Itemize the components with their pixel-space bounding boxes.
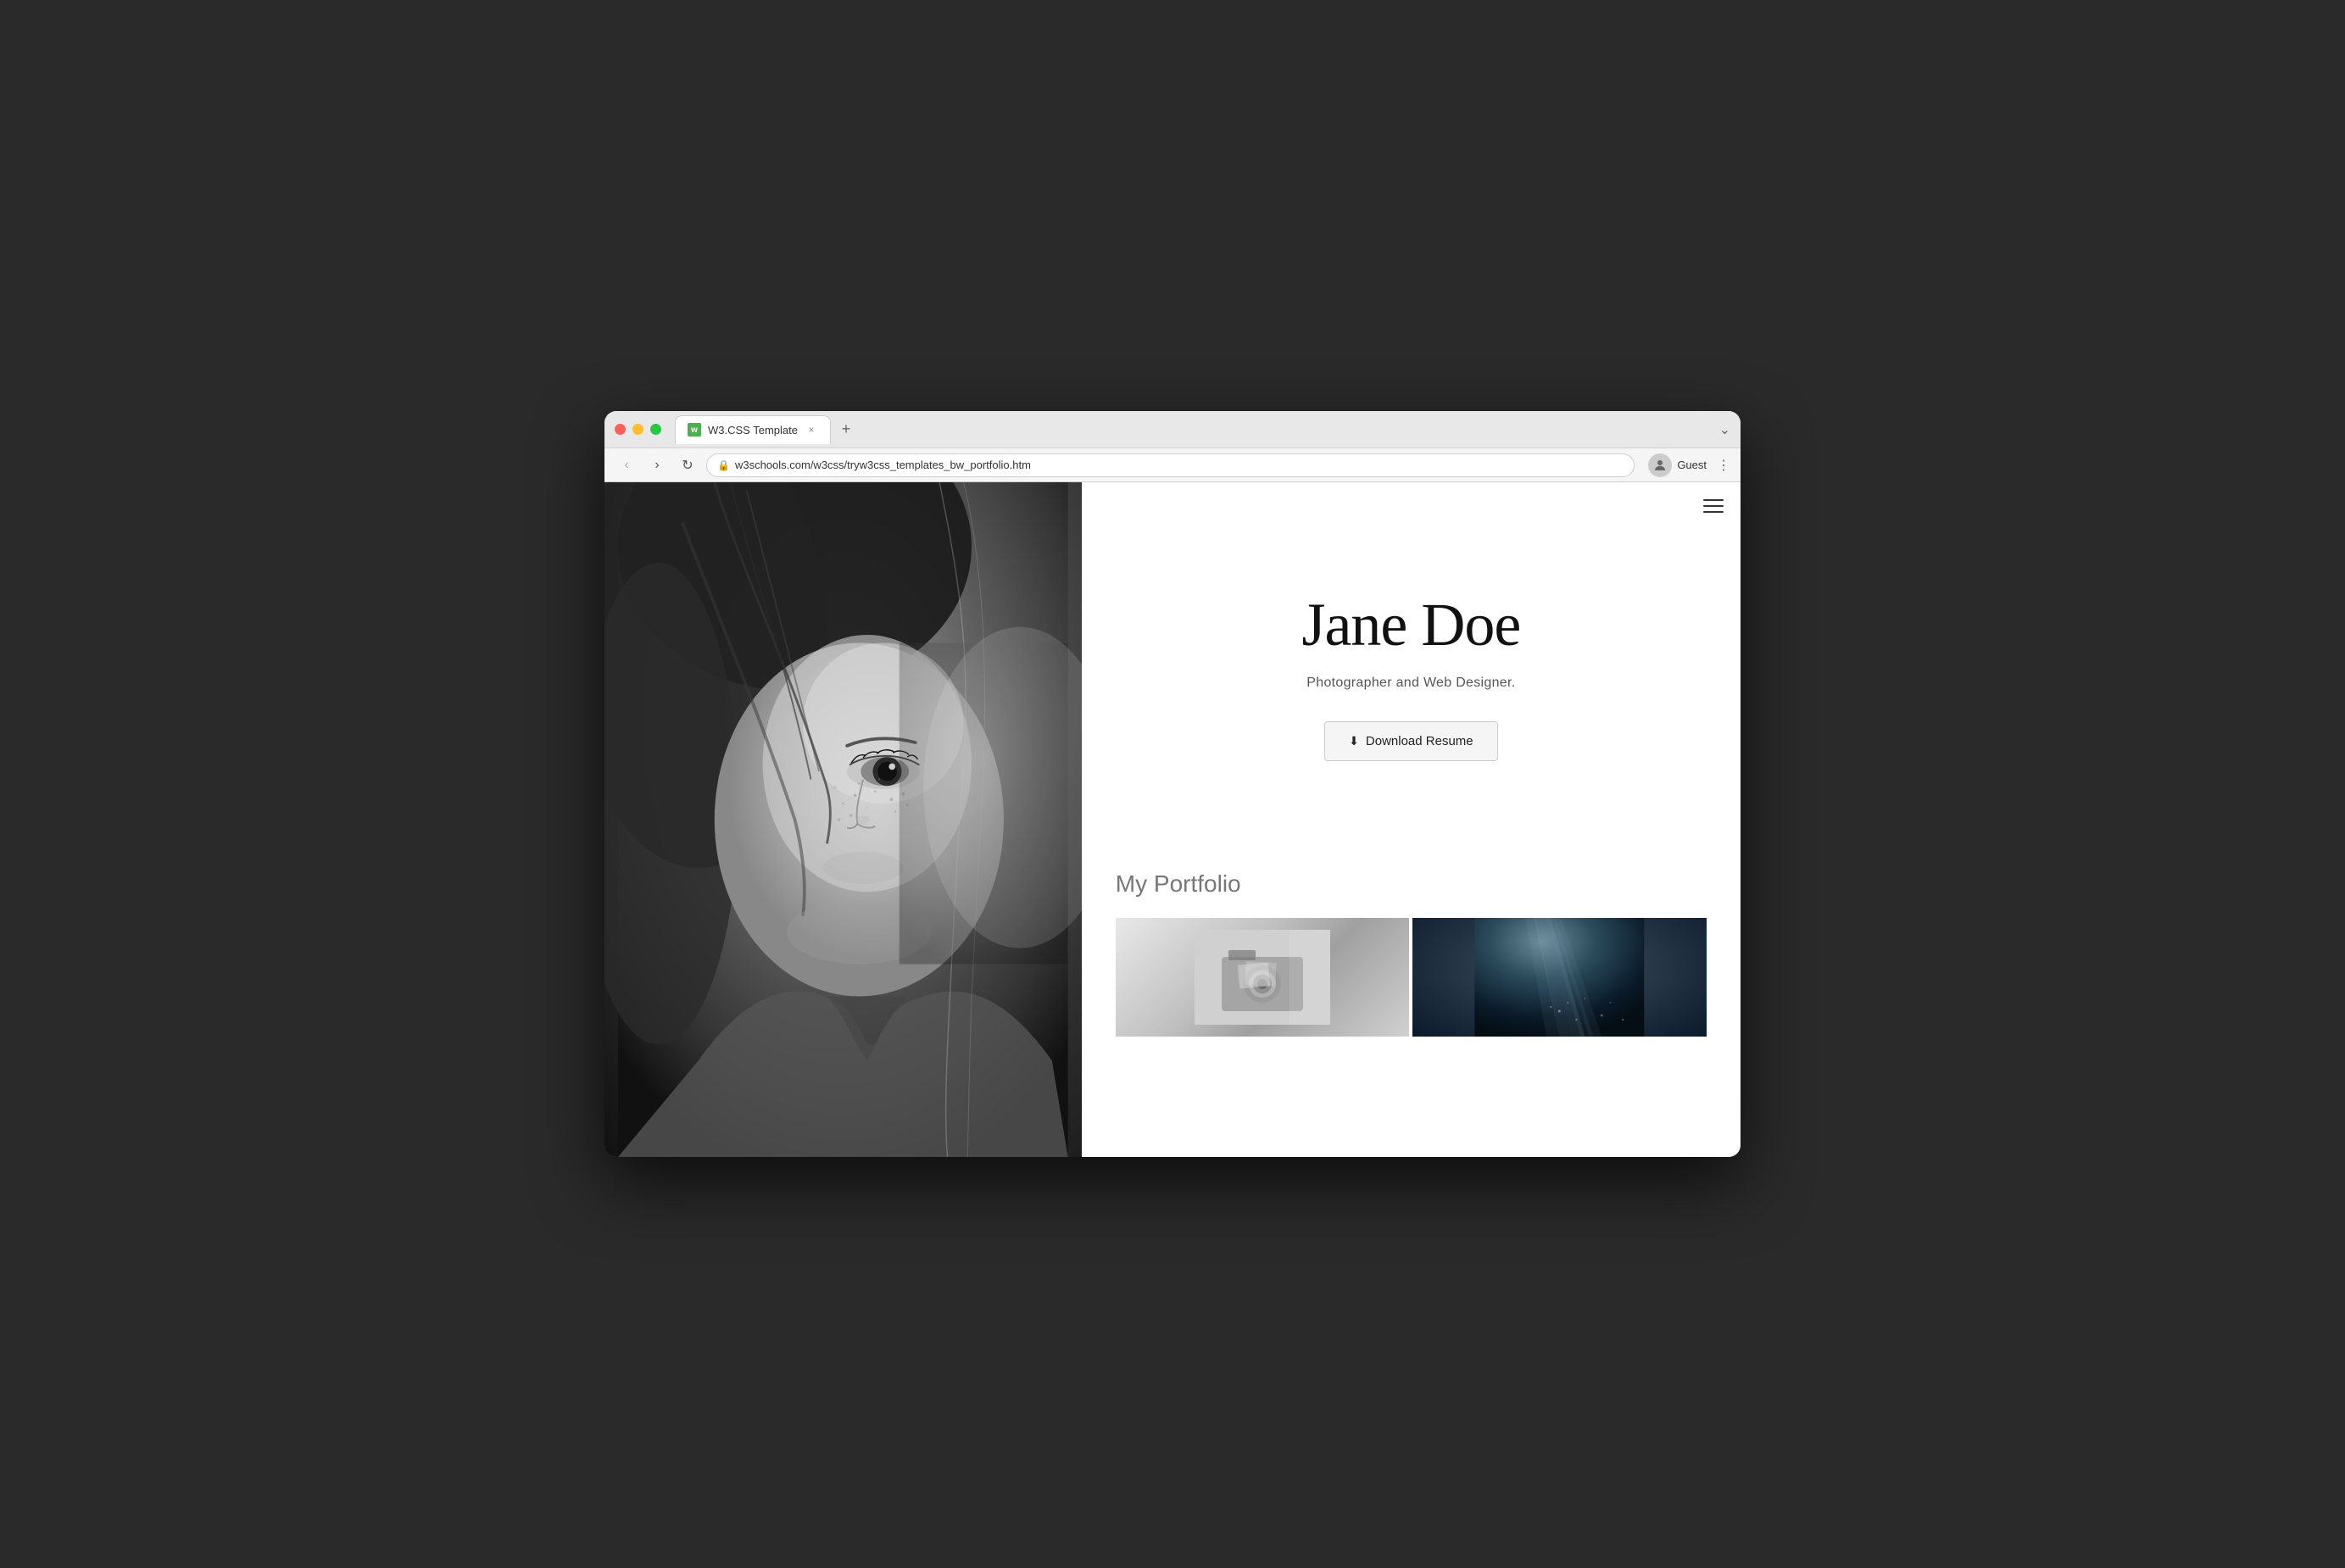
portfolio-item-2[interactable] [1412, 918, 1707, 1037]
portfolio-title: My Portfolio [1116, 870, 1707, 898]
address-bar-container: 🔒 [706, 453, 1635, 477]
title-bar: w W3.CSS Template × + ⌄ [604, 411, 1741, 448]
portfolio-item-1[interactable] [1116, 918, 1410, 1037]
maximize-traffic-light[interactable] [650, 424, 661, 435]
browser-menu-button[interactable]: ⋮ [1717, 457, 1730, 474]
profile-icon[interactable] [1648, 453, 1672, 477]
profile-area: Guest ⋮ [1648, 453, 1730, 477]
tab-close-button[interactable]: × [805, 423, 818, 436]
back-button[interactable]: ‹ [615, 453, 638, 477]
hero-name: Jane Doe [1301, 592, 1520, 659]
refresh-button[interactable]: ↻ [676, 453, 699, 477]
new-tab-button[interactable]: + [834, 418, 858, 442]
close-traffic-light[interactable] [615, 424, 626, 435]
content-panel: Jane Doe Photographer and Web Designer. … [1082, 482, 1741, 1157]
tab-area: w W3.CSS Template × + [675, 415, 1719, 444]
hero-subtitle: Photographer and Web Designer. [1306, 676, 1515, 691]
toolbar: ‹ › ↻ 🔒 Guest ⋮ [604, 448, 1741, 482]
hamburger-menu-button[interactable] [1703, 499, 1724, 513]
download-icon: ⬇ [1349, 734, 1359, 748]
portfolio-item-1-image [1145, 930, 1379, 1025]
tab-menu-button[interactable]: ⌄ [1719, 421, 1730, 438]
portfolio-item-2-image [1412, 918, 1707, 1037]
download-btn-label: Download Resume [1366, 734, 1473, 748]
hero-section: Jane Doe Photographer and Web Designer. … [1082, 482, 1741, 854]
browser-window: w W3.CSS Template × + ⌄ ‹ › ↻ 🔒 Guest ⋮ [604, 411, 1741, 1157]
portrait-background [604, 482, 1082, 1157]
minimize-traffic-light[interactable] [632, 424, 643, 435]
hamburger-line-1 [1703, 499, 1724, 501]
page-content: Jane Doe Photographer and Web Designer. … [604, 482, 1741, 1157]
tab-favicon: w [688, 423, 701, 436]
hamburger-line-3 [1703, 511, 1724, 513]
profile-label: Guest [1677, 459, 1707, 471]
photo-panel [604, 482, 1082, 1157]
download-resume-button[interactable]: ⬇ Download Resume [1324, 721, 1497, 761]
security-lock-icon: 🔒 [717, 459, 730, 471]
portfolio-section: My Portfolio [1082, 854, 1741, 1037]
active-tab[interactable]: w W3.CSS Template × [675, 415, 831, 444]
traffic-lights [615, 424, 661, 435]
address-bar-input[interactable] [735, 459, 1624, 471]
portfolio-grid [1116, 918, 1707, 1037]
tab-title: W3.CSS Template [708, 424, 798, 436]
hamburger-line-2 [1703, 505, 1724, 507]
portrait-svg [604, 482, 1082, 1157]
forward-button[interactable]: › [645, 453, 669, 477]
